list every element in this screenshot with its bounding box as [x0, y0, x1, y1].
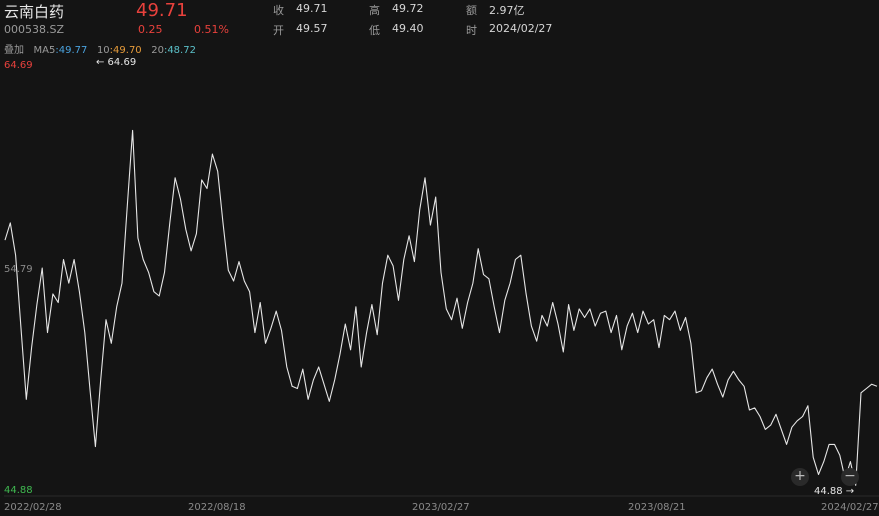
x-tick-label: 2022/02/28	[4, 502, 62, 513]
max-price-marker: ← 64.69	[96, 57, 137, 68]
zoom-out-button[interactable]: −	[841, 468, 859, 486]
y-mid-label: 54.79	[4, 264, 33, 275]
min-price-marker: 44.88 →	[814, 486, 855, 497]
price-chart[interactable]	[0, 0, 879, 516]
y-min-label: 44.88	[4, 485, 33, 496]
y-max-label: 64.69	[4, 60, 33, 71]
x-tick-label: 2022/08/18	[188, 502, 246, 513]
x-tick-label: 2023/02/27	[412, 502, 470, 513]
x-tick-label: 2024/02/27	[821, 502, 879, 513]
zoom-in-button[interactable]: +	[791, 468, 809, 486]
price-line	[4, 129, 878, 486]
x-tick-label: 2023/08/21	[628, 502, 686, 513]
